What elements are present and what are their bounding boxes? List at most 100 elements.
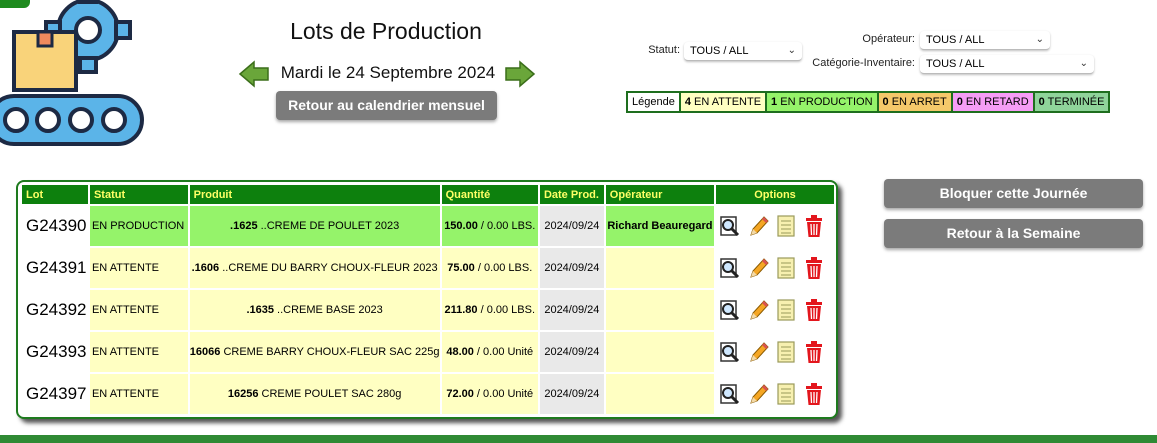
quantity-value: 75.00 xyxy=(447,262,475,274)
notepad-icon[interactable] xyxy=(775,340,797,364)
quantity-cell: 150.00 / 0.00 LBS. xyxy=(441,206,538,246)
statut-select[interactable]: TOUS / ALL ⌄ xyxy=(684,42,802,61)
statut-select-value: TOUS / ALL xyxy=(690,45,749,57)
notepad-icon[interactable] xyxy=(775,214,797,238)
block-day-button[interactable]: Bloquer cette Journée xyxy=(884,179,1143,208)
product-code: 16066 xyxy=(189,346,221,358)
operator-cell xyxy=(605,332,715,372)
operator-cell: Richard Beauregard xyxy=(605,206,715,246)
operator-cell xyxy=(605,248,715,288)
row-options xyxy=(716,214,834,238)
trash-icon[interactable] xyxy=(803,256,825,280)
table-row[interactable]: G24390 EN PRODUCTION .1625 ..CREME DE POUL… xyxy=(22,206,834,246)
table-row[interactable]: G24392 EN ATTENTE .1635 ..CREME BASE 2023 2… xyxy=(22,290,834,330)
date-prod-cell: 2024/09/24 xyxy=(539,332,604,372)
footer-bar xyxy=(0,435,1157,443)
product-name: CREME BARRY CHOUX-FLEUR SAC 225g xyxy=(220,346,440,358)
pencil-icon[interactable] xyxy=(747,214,769,238)
pencil-icon[interactable] xyxy=(747,340,769,364)
lot-number[interactable]: G24392 xyxy=(22,290,88,330)
product-cell: .1635 ..CREME BASE 2023 xyxy=(189,290,440,330)
header-produit: Produit xyxy=(189,185,440,204)
table-row[interactable]: G24393 EN ATTENTE 16066 CREME BARRY CHOUX-… xyxy=(22,332,834,372)
search-icon[interactable] xyxy=(719,382,741,406)
row-options xyxy=(716,256,834,280)
product-name: ..CREME DU BARRY CHOUX-FLEUR 2023 xyxy=(219,262,438,274)
trash-icon[interactable] xyxy=(803,298,825,322)
pencil-icon[interactable] xyxy=(747,298,769,322)
header-lot: Lot xyxy=(22,185,88,204)
operateur-select[interactable]: TOUS / ALL ⌄ xyxy=(920,31,1050,50)
quantity-value: 48.00 xyxy=(446,346,474,358)
table-row[interactable]: G24397 EN ATTENTE 16256 CREME POULET SAC 2… xyxy=(22,374,834,414)
quantity-cell: 211.80 / 0.00 LBS. xyxy=(441,290,538,330)
lot-number[interactable]: G24393 xyxy=(22,332,88,372)
legend-en-retard: 0 EN RETARD xyxy=(952,93,1035,111)
date-prod-cell: 2024/09/24 xyxy=(539,248,604,288)
quantity-rest: / 0.00 Unité xyxy=(473,388,534,400)
product-code: .1606 xyxy=(191,262,220,274)
lot-number[interactable]: G24391 xyxy=(22,248,88,288)
lot-number[interactable]: G24397 xyxy=(22,374,88,414)
status-cell: EN ATTENTE xyxy=(89,332,188,372)
categorie-select-value: TOUS / ALL xyxy=(926,58,985,70)
search-icon[interactable] xyxy=(719,340,741,364)
date-navigator: Mardi le 24 Septembre 2024 xyxy=(238,60,536,90)
operator-cell xyxy=(605,290,715,330)
notepad-icon[interactable] xyxy=(775,256,797,280)
monthly-calendar-button[interactable]: Retour au calendrier mensuel xyxy=(276,91,497,120)
trash-icon[interactable] xyxy=(803,382,825,406)
status-cell: EN ATTENTE xyxy=(89,374,188,414)
header-date-prod: Date Prod. xyxy=(539,185,604,204)
back-to-week-button[interactable]: Retour à la Semaine xyxy=(884,219,1143,248)
legend-en-production: 1 EN PRODUCTION xyxy=(767,93,879,111)
quantity-value: 211.80 xyxy=(444,304,478,316)
header-operateur: Opérateur xyxy=(605,185,715,204)
header-options: Options xyxy=(716,185,834,204)
quantity-value: 72.00 xyxy=(446,388,474,400)
legend-en-attente: 4 EN ATTENTE xyxy=(680,93,768,111)
product-cell: 16256 CREME POULET SAC 280g xyxy=(189,374,440,414)
page-title: Lots de Production xyxy=(290,18,482,44)
notepad-icon[interactable] xyxy=(775,382,797,406)
legend-label: Légende xyxy=(628,93,681,111)
search-icon[interactable] xyxy=(719,214,741,238)
product-code: .1625 xyxy=(230,220,258,232)
search-icon[interactable] xyxy=(719,256,741,280)
quantity-value: 150.00 xyxy=(444,220,478,232)
product-cell: .1606 ..CREME DU BARRY CHOUX-FLEUR 2023 xyxy=(189,248,440,288)
lot-number[interactable]: G24390 xyxy=(22,206,88,246)
chevron-down-icon: ⌄ xyxy=(1079,58,1088,69)
previous-day-arrow-icon[interactable] xyxy=(238,60,270,88)
quantity-rest: / 0.00 Unité xyxy=(473,346,534,358)
product-name: ..CREME DE POULET 2023 xyxy=(257,220,400,232)
table-row[interactable]: G24391 EN ATTENTE .1606 ..CREME DU BARRY C… xyxy=(22,248,834,288)
product-name: ..CREME BASE 2023 xyxy=(273,304,383,316)
date-prod-cell: 2024/09/24 xyxy=(539,290,604,330)
options-cell xyxy=(716,290,834,330)
status-cell: EN PRODUCTION xyxy=(89,206,188,246)
pencil-icon[interactable] xyxy=(747,256,769,280)
search-icon[interactable] xyxy=(719,298,741,322)
statut-label: Statut: xyxy=(648,44,680,56)
product-code: 16256 xyxy=(227,388,259,400)
categorie-select[interactable]: TOUS / ALL ⌄ xyxy=(920,55,1094,74)
table-header-row: Lot Statut Produit Quantité Date Prod. O… xyxy=(22,185,834,204)
product-cell: .1625 ..CREME DE POULET 2023 xyxy=(189,206,440,246)
options-cell xyxy=(716,332,834,372)
header-statut: Statut xyxy=(89,185,188,204)
options-cell xyxy=(716,374,834,414)
notepad-icon[interactable] xyxy=(775,298,797,322)
trash-icon[interactable] xyxy=(803,340,825,364)
current-date: Mardi le 24 Septembre 2024 xyxy=(280,63,496,82)
operateur-label: Opérateur: xyxy=(862,33,915,45)
trash-icon[interactable] xyxy=(803,214,825,238)
pencil-icon[interactable] xyxy=(747,382,769,406)
legend-terminee: 0 TERMINÉE xyxy=(1034,93,1109,111)
operator-cell xyxy=(605,374,715,414)
next-day-arrow-icon[interactable] xyxy=(504,60,536,88)
options-cell xyxy=(716,206,834,246)
product-cell: 16066 CREME BARRY CHOUX-FLEUR SAC 225g xyxy=(189,332,440,372)
production-lots-table: Lot Statut Produit Quantité Date Prod. O… xyxy=(16,180,838,419)
quantity-rest: / 0.00 LBS. xyxy=(477,220,536,232)
